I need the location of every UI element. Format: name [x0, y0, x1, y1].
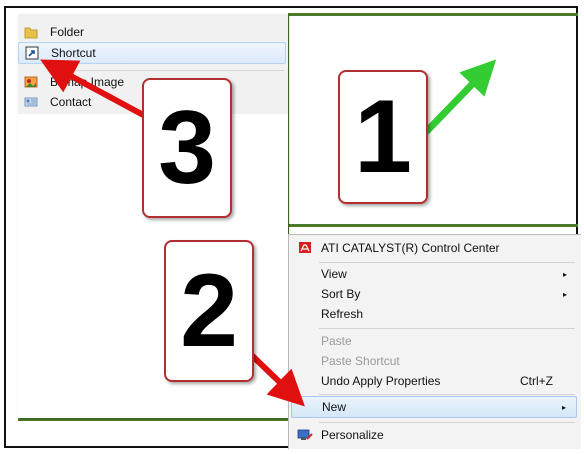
arrow-to-desktop: [423, 59, 497, 135]
callout-number: 2: [180, 252, 238, 369]
callout-step-2: 2: [164, 240, 254, 382]
callout-step-1: 1: [338, 70, 428, 204]
callout-number: 1: [354, 78, 412, 195]
annotation-arrows: [40, 59, 497, 407]
callout-step-3: 3: [142, 78, 232, 218]
callout-number: 3: [158, 89, 216, 206]
